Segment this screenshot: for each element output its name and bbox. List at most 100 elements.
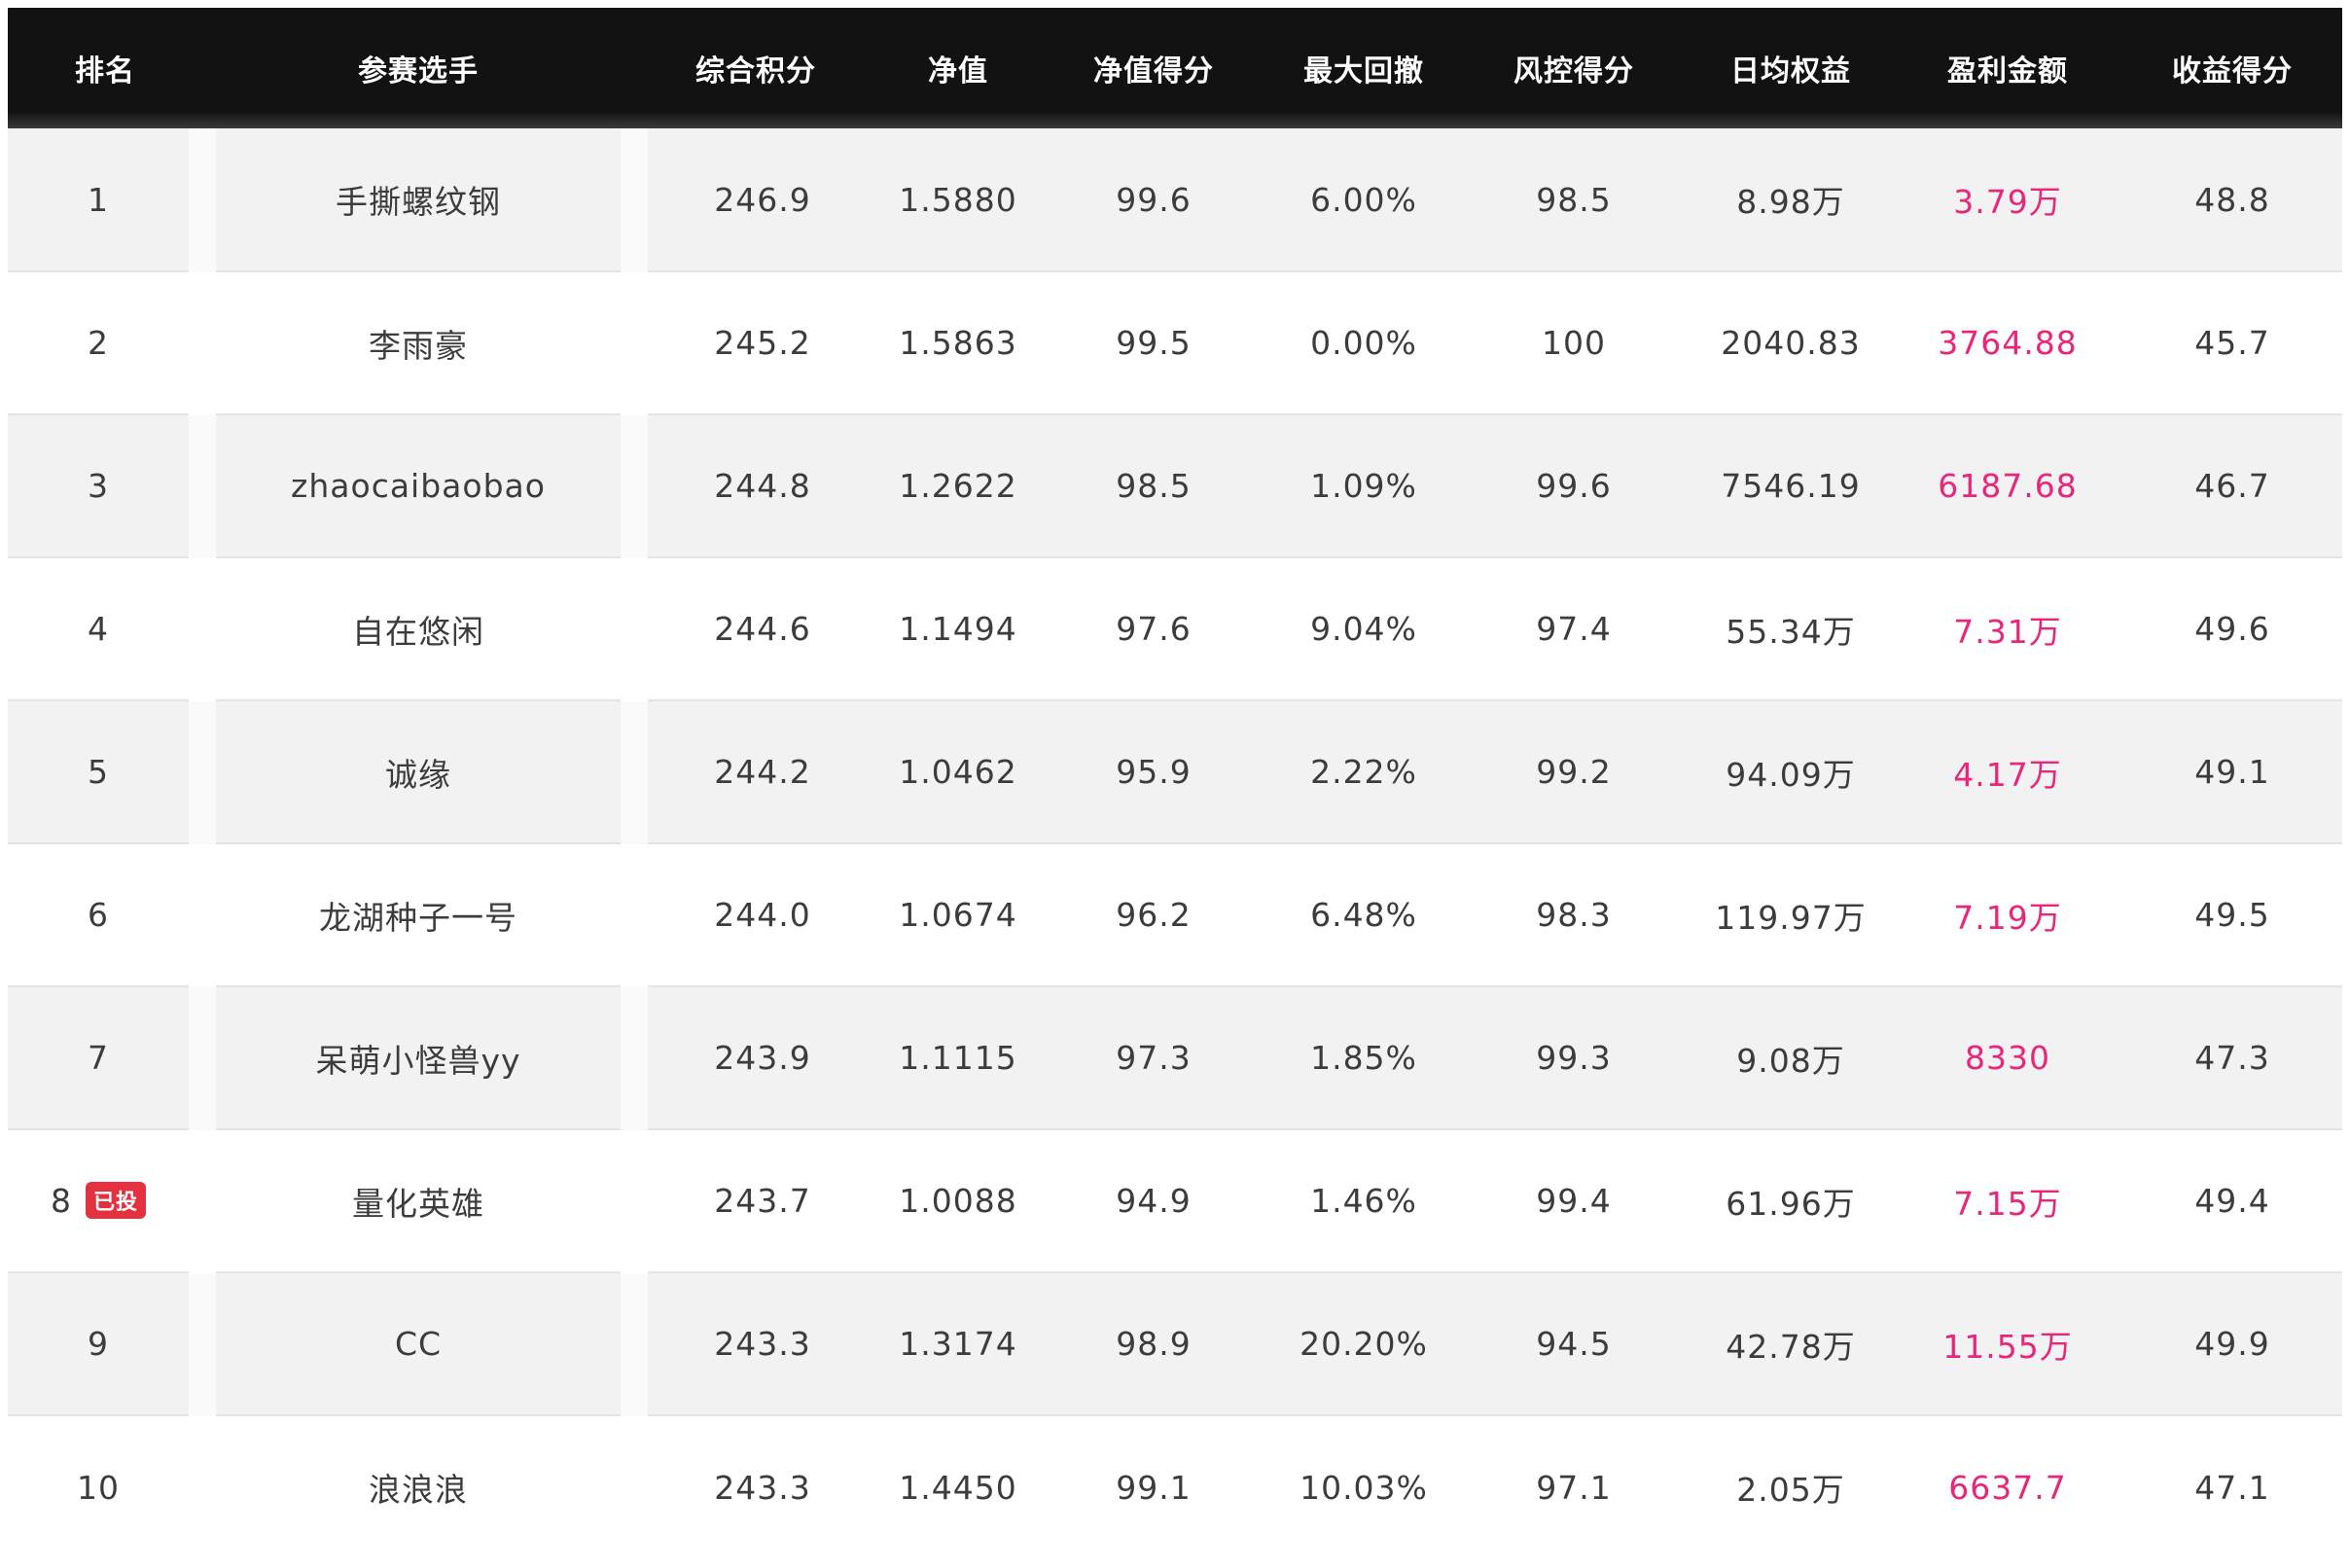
profit-cell: 11.55万: [1893, 1271, 2122, 1415]
nav-cell: 1.5880: [899, 180, 1017, 219]
nav-score-cell: 99.1: [1039, 1414, 1268, 1558]
profit-cell: 7.15万: [1893, 1128, 2122, 1272]
return-score-cell: 49.5: [2122, 842, 2342, 986]
profit-cell: 3.79万: [1953, 183, 2062, 221]
avg-equity-cell: 7546.19: [1689, 413, 1893, 557]
nav-cell: 1.1494: [877, 556, 1039, 700]
profit-cell: 8330: [1893, 985, 2122, 1129]
header-profit[interactable]: 盈利金额: [1893, 8, 2122, 128]
score-cell: 244.0: [634, 842, 877, 986]
nav-cell: 1.2622: [877, 413, 1039, 557]
risk-score-cell: 98.3: [1459, 842, 1689, 986]
rank-cell: 10: [8, 1414, 202, 1558]
table-row[interactable]: 2 李雨豪 245.2 1.5863 99.5 0.00% 100 2040.8…: [8, 270, 2342, 414]
table-row[interactable]: 6 龙湖种子一号 244.0 1.0674 96.2 6.48% 98.3 11…: [8, 842, 2342, 986]
max-drawdown-cell: 20.20%: [1268, 1271, 1459, 1415]
player-name[interactable]: 呆萌小怪兽yy: [189, 985, 648, 1129]
max-drawdown-cell: 0.00%: [1268, 270, 1459, 414]
table-row[interactable]: 10 浪浪浪 243.3 1.4450 99.1 10.03% 97.1 2.0…: [8, 1414, 2342, 1558]
avg-equity-cell: 2040.83: [1689, 270, 1893, 414]
rank-cell: 6: [8, 842, 202, 986]
rank-number: 6: [88, 896, 109, 934]
player-name[interactable]: 量化英雄: [189, 1128, 648, 1272]
nav-cell: 1.4450: [877, 1414, 1039, 1558]
player-name[interactable]: 浪浪浪: [189, 1414, 648, 1558]
return-score-cell: 49.6: [2122, 556, 2342, 700]
rank-cell: 4: [8, 556, 202, 700]
profit-cell: 6187.68: [1893, 413, 2122, 557]
max-drawdown-cell: 6.48%: [1268, 842, 1459, 986]
player-name[interactable]: 诚缘: [189, 699, 648, 843]
table-row[interactable]: 8 已投 量化英雄 243.7 1.0088 94.9 1.46% 99.4 61…: [8, 1128, 2342, 1272]
max-drawdown-cell: 1.85%: [1268, 985, 1459, 1129]
score-cell: 245.2: [634, 270, 877, 414]
rank-number: 2: [88, 324, 109, 362]
max-drawdown-cell: 6.00%: [1310, 180, 1417, 219]
table-row[interactable]: 5 诚缘 244.2 1.0462 95.9 2.22% 99.2 94.09万…: [8, 699, 2342, 843]
max-drawdown-cell: 1.46%: [1268, 1128, 1459, 1272]
header-score[interactable]: 综合积分: [634, 8, 877, 128]
header-player[interactable]: 参赛选手: [202, 8, 634, 128]
header-nav[interactable]: 净值: [877, 8, 1039, 128]
score-cell: 244.6: [634, 556, 877, 700]
rank-number: 1: [88, 180, 109, 219]
max-drawdown-cell: 1.09%: [1268, 413, 1459, 557]
nav-score-cell: 97.6: [1039, 556, 1268, 700]
invested-badge: 已投: [85, 1182, 146, 1219]
nav-score-cell: 99.5: [1039, 270, 1268, 414]
rank-cell: 2: [8, 270, 202, 414]
player-name[interactable]: 自在悠闲: [189, 556, 648, 700]
table-row[interactable]: 9 CC 243.3 1.3174 98.9 20.20% 94.5 42.78…: [8, 1271, 2342, 1415]
player-name[interactable]: CC: [189, 1271, 648, 1415]
player-name[interactable]: 手撕螺纹钢: [189, 128, 648, 271]
profit-cell: 6637.7: [1893, 1414, 2122, 1558]
return-score-cell: 49.1: [2122, 699, 2342, 843]
nav-score-cell: 96.2: [1039, 842, 1268, 986]
rank-number: 9: [88, 1325, 109, 1363]
return-score-cell: 49.4: [2122, 1128, 2342, 1272]
score-cell: 244.2: [634, 699, 877, 843]
ranking-table: 排名 参赛选手 综合积分 净值 净值得分 最大回撤 风控得分 日均权益 盈利金额…: [8, 8, 2342, 1558]
nav-cell: 1.5863: [877, 270, 1039, 414]
header-return-score[interactable]: 收益得分: [2122, 8, 2342, 128]
header-nav-score[interactable]: 净值得分: [1039, 8, 1268, 128]
return-score-cell: 49.9: [2122, 1271, 2342, 1415]
avg-equity-cell: 55.34万: [1689, 556, 1893, 700]
player-name[interactable]: 龙湖种子一号: [189, 842, 648, 986]
risk-score-cell: 99.3: [1459, 985, 1689, 1129]
table-row[interactable]: 7 呆萌小怪兽yy 243.9 1.1115 97.3 1.85% 99.3 9…: [8, 985, 2342, 1129]
player-name[interactable]: zhaocaibaobao: [189, 413, 648, 557]
risk-score-cell: 99.6: [1459, 413, 1689, 557]
nav-score-cell: 98.9: [1039, 1271, 1268, 1415]
nav-score-cell: 95.9: [1039, 699, 1268, 843]
header-avg-equity[interactable]: 日均权益: [1689, 8, 1893, 128]
rank-cell: 3: [8, 413, 202, 557]
header-risk-score[interactable]: 风控得分: [1459, 8, 1689, 128]
ranking-table-container: 排名 参赛选手 综合积分 净值 净值得分 最大回撤 风控得分 日均权益 盈利金额…: [8, 8, 2342, 1558]
rank-number: 10: [77, 1468, 120, 1507]
nav-score-cell: 99.6: [1116, 180, 1192, 219]
avg-equity-cell: 119.97万: [1689, 842, 1893, 986]
player-name[interactable]: 李雨豪: [189, 270, 648, 414]
table-body: 1 手撕螺纹钢 246.9 1.5880 99.6 6.00% 98.5 8.9…: [8, 128, 2342, 1558]
table-row[interactable]: 3 zhaocaibaobao 244.8 1.2622 98.5 1.09% …: [8, 413, 2342, 557]
avg-equity-cell: 9.08万: [1689, 985, 1893, 1129]
score-cell: 243.7: [634, 1128, 877, 1272]
table-row[interactable]: 1 手撕螺纹钢 246.9 1.5880 99.6 6.00% 98.5 8.9…: [8, 128, 2342, 271]
max-drawdown-cell: 10.03%: [1268, 1414, 1459, 1558]
table-row[interactable]: 4 自在悠闲 244.6 1.1494 97.6 9.04% 97.4 55.3…: [8, 556, 2342, 700]
risk-score-cell: 97.4: [1459, 556, 1689, 700]
score-cell: 244.8: [634, 413, 877, 557]
profit-cell: 7.31万: [1893, 556, 2122, 700]
header-rank[interactable]: 排名: [8, 8, 202, 128]
risk-score-cell: 98.5: [1536, 180, 1612, 219]
nav-score-cell: 94.9: [1039, 1128, 1268, 1272]
nav-score-cell: 97.3: [1039, 985, 1268, 1129]
header-max-drawdown[interactable]: 最大回撤: [1268, 8, 1459, 128]
return-score-cell: 47.1: [2122, 1414, 2342, 1558]
avg-equity-cell: 2.05万: [1689, 1414, 1893, 1558]
nav-cell: 1.1115: [877, 985, 1039, 1129]
nav-cell: 1.0462: [877, 699, 1039, 843]
return-score-cell: 48.8: [2194, 180, 2270, 219]
header-row: 排名 参赛选手 综合积分 净值 净值得分 最大回撤 风控得分 日均权益 盈利金额…: [8, 8, 2342, 128]
